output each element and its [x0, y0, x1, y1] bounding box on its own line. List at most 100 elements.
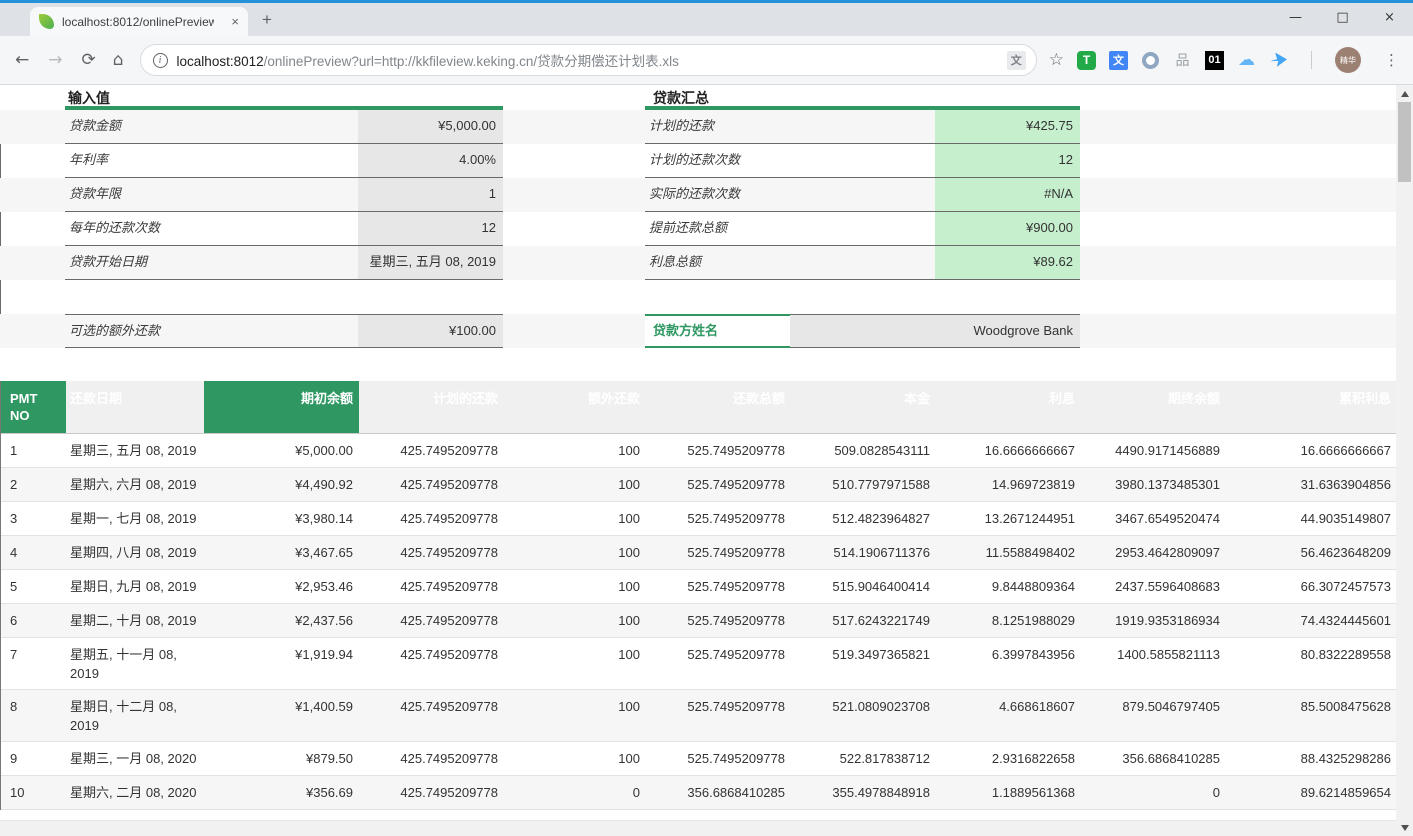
table-cell: ¥1,919.94 — [204, 638, 359, 690]
table-cell: 517.6243221749 — [791, 604, 936, 638]
table-cell: 525.7495209778 — [646, 690, 791, 742]
table-cell: ¥3,980.14 — [204, 502, 359, 536]
extra-payment-label: 可选的额外还款 — [65, 314, 358, 348]
summary-label: 计划的还款次数 — [645, 144, 935, 178]
tab-close-icon[interactable]: × — [231, 15, 239, 28]
input-value: 1 — [358, 178, 503, 212]
table-cell: 1400.5855821113 — [1081, 638, 1226, 690]
badge-01-extension-icon[interactable]: 01 — [1205, 51, 1224, 70]
menu-dots-icon[interactable]: ⋮ — [1384, 51, 1399, 69]
table-cell: 10 — [1, 776, 66, 810]
table-cell: 8 — [1, 690, 66, 742]
minimize-button[interactable]: — — [1272, 0, 1319, 35]
table-row: 5星期日, 九月 08, 2019¥2,953.46425.7495209778… — [1, 570, 1396, 604]
table-header-cell: 还款日期 — [66, 381, 204, 433]
sheet-row: 年利率 4.00% 计划的还款次数 12 — [0, 144, 1396, 178]
maximize-button[interactable]: □ — [1319, 0, 1366, 35]
sitemap-extension-icon[interactable]: 品 — [1173, 51, 1192, 70]
table-cell: 80.8322289558 — [1226, 638, 1396, 690]
table-header-cell: 本金 — [791, 381, 936, 433]
table-cell: ¥2,437.56 — [204, 604, 359, 638]
table-cell: 100 — [504, 502, 646, 536]
table-row: 10星期六, 二月 08, 2020¥356.69425.74952097780… — [1, 776, 1396, 810]
table-header-cell: 额外还款 — [504, 381, 646, 433]
back-icon[interactable]: ← — [15, 50, 29, 70]
horizontal-scrollbar[interactable] — [0, 820, 1396, 836]
reload-icon[interactable]: ⟳ — [82, 50, 96, 70]
table-cell: 512.4823964827 — [791, 502, 936, 536]
summary-value: 12 — [935, 144, 1080, 178]
extra-payment-value: ¥100.00 — [358, 314, 503, 348]
address-bar[interactable]: i localhost:8012/onlinePreview?url=http:… — [140, 44, 1037, 76]
scroll-up-arrow-icon[interactable] — [1396, 85, 1413, 102]
new-tab-button[interactable]: + — [262, 10, 272, 30]
table-cell: 7 — [1, 638, 66, 690]
lender-name-label: 贷款方姓名 — [645, 314, 790, 348]
table-header-cell: 利息 — [936, 381, 1081, 433]
url-text: localhost:8012/onlinePreview?url=http://… — [177, 50, 1007, 70]
table-cell: 8.1251988029 — [936, 604, 1081, 638]
swallow-extension-icon[interactable] — [1269, 51, 1288, 70]
scroll-down-arrow-icon[interactable] — [1396, 819, 1413, 836]
table-row: 9星期三, 一月 08, 2020¥879.50425.749520977810… — [1, 742, 1396, 776]
cloud-extension-icon[interactable]: ☁ — [1237, 51, 1256, 70]
table-cell: 2.9316822658 — [936, 742, 1081, 776]
vertical-scrollbar-thumb[interactable] — [1398, 102, 1411, 182]
table-cell: 525.7495209778 — [646, 434, 791, 468]
summary-label: 提前还款总额 — [645, 212, 935, 246]
url-host: localhost:8012 — [177, 54, 264, 69]
table-row: 2星期六, 六月 08, 2019¥4,490.92425.7495209778… — [1, 468, 1396, 502]
input-label: 每年的还款次数 — [65, 212, 358, 246]
table-cell: 525.7495209778 — [646, 570, 791, 604]
translate-extension-icon[interactable]: 文 — [1109, 51, 1128, 70]
table-cell: ¥879.50 — [204, 742, 359, 776]
table-cell: ¥3,467.65 — [204, 536, 359, 570]
table-cell: 88.4325298286 — [1226, 742, 1396, 776]
table-cell: 100 — [504, 468, 646, 502]
table-cell: 2953.4642809097 — [1081, 536, 1226, 570]
table-cell: 星期五, 十一月 08, 2019 — [66, 638, 204, 690]
table-row: 7星期五, 十一月 08, 2019¥1,919.94425.749520977… — [1, 638, 1396, 690]
table-cell: 5 — [1, 570, 66, 604]
page-translate-icon[interactable]: 文 — [1007, 51, 1026, 70]
table-cell: 100 — [504, 604, 646, 638]
table-cell: 4 — [1, 536, 66, 570]
table-cell: 4490.9171456889 — [1081, 434, 1226, 468]
table-row: 8星期日, 十二月 08, 2019¥1,400.59425.749520977… — [1, 690, 1396, 742]
sheet-row: 可选的额外还款 ¥100.00 贷款方姓名 Woodgrove Bank — [0, 314, 1396, 348]
loop-extension-icon[interactable] — [1142, 52, 1159, 69]
table-cell: 星期六, 六月 08, 2019 — [66, 468, 204, 502]
sheet-row: 每年的还款次数 12 提前还款总额 ¥900.00 — [0, 212, 1396, 246]
vertical-scrollbar[interactable] — [1396, 85, 1413, 836]
input-section-title: 输入值 — [68, 88, 110, 108]
table-cell: 509.0828543111 — [791, 434, 936, 468]
home-icon[interactable]: ⌂ — [113, 50, 124, 70]
table-cell: 星期三, 五月 08, 2019 — [66, 434, 204, 468]
close-button[interactable]: × — [1366, 0, 1413, 35]
table-cell: 425.7495209778 — [359, 638, 504, 690]
table-header-cell: PMT NO — [1, 381, 66, 433]
table-cell: 16.6666666667 — [936, 434, 1081, 468]
table-cell: 356.6868410285 — [1081, 742, 1226, 776]
amortization-table: PMT NO还款日期期初余额计划的还款额外还款还款总额本金利息期终余额累积利息1… — [0, 381, 1396, 810]
browser-tab[interactable]: localhost:8012/onlinePreview? × — [30, 7, 248, 36]
tab-title: localhost:8012/onlinePreview? — [62, 15, 214, 29]
table-cell: 1.1889561368 — [936, 776, 1081, 810]
table-header-row: PMT NO还款日期期初余额计划的还款额外还款还款总额本金利息期终余额累积利息 — [1, 381, 1396, 434]
input-value: 12 — [358, 212, 503, 246]
table-cell: 3980.1373485301 — [1081, 468, 1226, 502]
browser-toolbar: ← → ⟳ ⌂ i localhost:8012/onlinePreview?u… — [0, 36, 1413, 85]
bookmark-star-icon[interactable]: ☆ — [1049, 50, 1064, 70]
input-label: 贷款金额 — [65, 110, 358, 144]
table-cell: ¥356.69 — [204, 776, 359, 810]
profile-avatar[interactable]: 精华 — [1335, 47, 1361, 73]
table-cell: 2 — [1, 468, 66, 502]
tampermonkey-extension-icon[interactable]: T — [1077, 51, 1096, 70]
forward-icon[interactable]: → — [48, 50, 62, 70]
input-value: 星期三, 五月 08, 2019 — [358, 246, 503, 280]
table-cell: 星期日, 九月 08, 2019 — [66, 570, 204, 604]
table-cell: ¥2,953.46 — [204, 570, 359, 604]
table-cell: 100 — [504, 434, 646, 468]
browser-window: localhost:8012/onlinePreview? × + — □ × … — [0, 0, 1413, 836]
site-info-icon[interactable]: i — [153, 53, 168, 68]
